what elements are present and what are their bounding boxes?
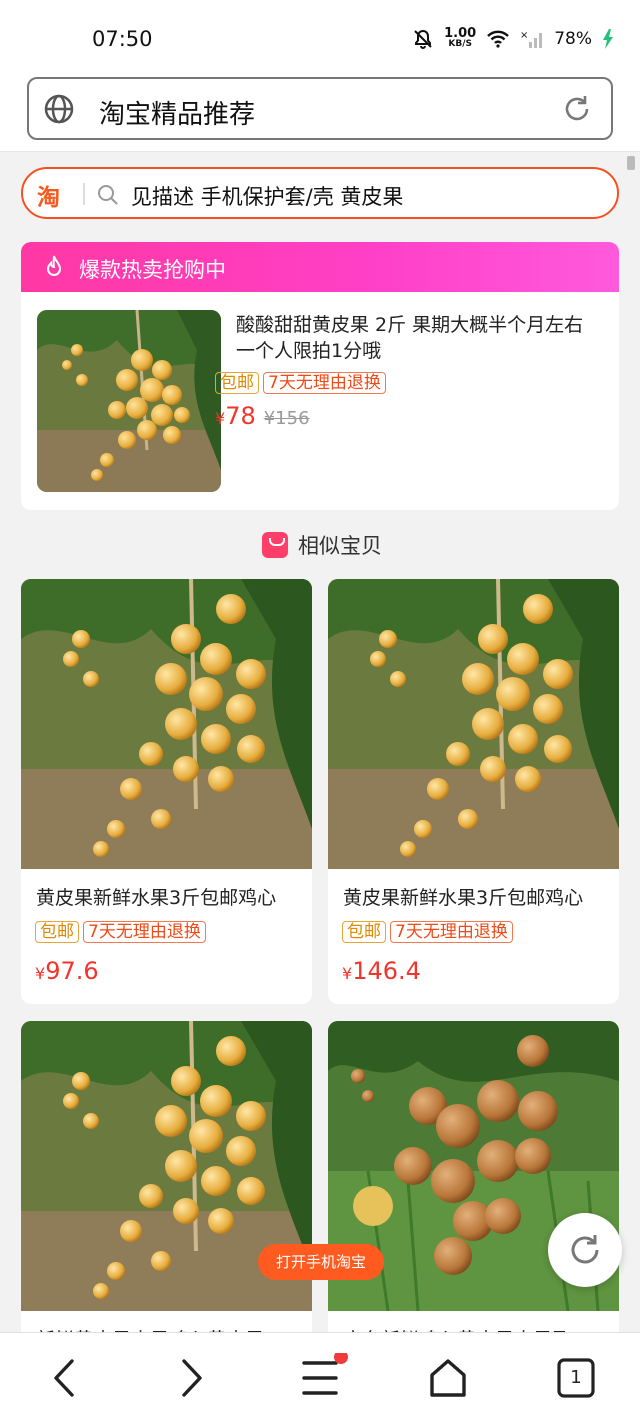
tag-free-shipping: 包邮 [215, 372, 259, 394]
similar-heading-label: 相似宝贝 [298, 534, 382, 558]
status-icons: 1.00 KB/S × 78% [412, 26, 614, 50]
menu-icon [302, 1350, 348, 1395]
screen: 07:50 1.00 KB/S × 78% 淘宝精品推荐 淘 见描述 手机保护套… [0, 0, 640, 1422]
product-image[interactable] [21, 579, 312, 869]
net-speed-unit: KB/S [448, 39, 472, 49]
open-taobao-app-button[interactable]: 打开手机淘宝 [258, 1244, 384, 1280]
tab-count: 1 [570, 1367, 582, 1388]
hot-sale-label: 爆款热卖抢购中 [79, 258, 226, 282]
battery-level: 78% [554, 29, 592, 49]
product-card[interactable]: 新鲜黄皮果水果鸡心黄皮果 [21, 1021, 312, 1341]
price-currency: ¥ [342, 964, 353, 983]
product-tags: 包邮 7天无理由退换 [342, 921, 517, 943]
old-price: ¥156 [263, 408, 310, 429]
similar-heading: 相似宝贝 [262, 530, 382, 560]
hot-product-price: ¥78 ¥156 [215, 402, 310, 430]
price-value: 78 [225, 402, 256, 430]
product-card[interactable]: 广东新鲜鸡心黄皮果水果孕 [328, 1021, 619, 1341]
status-bar: 07:50 1.00 KB/S × 78% [0, 0, 640, 72]
svg-text:×: × [520, 30, 528, 41]
price-currency: ¥ [215, 409, 226, 428]
search-query: 见描述 手机保护套/壳 黄皮果 [131, 185, 404, 209]
product-image[interactable] [328, 579, 619, 869]
home-icon [430, 1359, 466, 1397]
status-time: 07:50 [92, 27, 153, 51]
shopping-bag-icon [262, 532, 288, 558]
product-card[interactable]: 黄皮果新鲜水果3斤包邮鸡心 包邮 7天无理由退换 ¥146.4 [328, 579, 619, 1004]
refresh-button[interactable] [548, 1213, 622, 1287]
net-speed-value: 1.00 [444, 26, 477, 41]
taobao-logo: 淘 [37, 185, 60, 211]
chevron-right-icon [182, 1359, 202, 1397]
flame-icon [46, 255, 62, 276]
mute-bell-icon [414, 29, 432, 49]
tag-return-policy: 7天无理由退换 [263, 372, 386, 394]
product-card[interactable]: 黄皮果新鲜水果3斤包邮鸡心 包邮 7天无理由退换 ¥97.6 [21, 579, 312, 1004]
tag-return-policy: 7天无理由退换 [390, 921, 513, 943]
search-divider [83, 183, 85, 205]
product-title: 黄皮果新鲜水果3斤包邮鸡心 [343, 887, 584, 909]
product-price: ¥146.4 [342, 957, 421, 985]
search-icon [98, 185, 118, 205]
tabs-button[interactable]: 1 [548, 1353, 604, 1403]
tag-free-shipping: 包邮 [342, 921, 386, 943]
price-currency: ¥ [35, 964, 46, 983]
home-button[interactable] [420, 1353, 476, 1403]
search-bar[interactable]: 淘 见描述 手机保护套/壳 黄皮果 [21, 167, 619, 219]
address-bar-container: 淘宝精品推荐 [0, 72, 640, 152]
browser-bottom-nav: 1 [0, 1332, 640, 1422]
forward-button[interactable] [164, 1353, 220, 1403]
net-speed: 1.00 KB/S [444, 26, 477, 49]
address-bar[interactable]: 淘宝精品推荐 [27, 77, 613, 140]
product-title: 黄皮果新鲜水果3斤包邮鸡心 [36, 887, 277, 909]
scrollbar-handle[interactable] [627, 156, 635, 170]
refresh-icon [571, 1235, 599, 1264]
tag-free-shipping: 包邮 [35, 921, 79, 943]
hot-product-title: 酸酸甜甜黄皮果 2斤 果期大概半个月左右 一个人限拍1分哦 [236, 314, 584, 362]
page-title: 淘宝精品推荐 [99, 100, 256, 130]
price-value: 97.6 [45, 957, 99, 985]
back-button[interactable] [36, 1353, 92, 1403]
chevron-left-icon [54, 1359, 74, 1397]
wifi-icon [487, 30, 510, 48]
tag-return-policy: 7天无理由退换 [83, 921, 206, 943]
product-tags: 包邮 7天无理由退换 [35, 921, 210, 943]
globe-icon [44, 94, 74, 124]
price-value: 146.4 [352, 957, 421, 985]
menu-button[interactable] [292, 1350, 348, 1403]
product-price: ¥97.6 [35, 957, 99, 985]
hot-sale-banner: 爆款热卖抢购中 [21, 242, 619, 292]
reload-icon[interactable] [561, 93, 593, 125]
charging-icon [603, 29, 613, 49]
signal-icon: × [520, 30, 543, 48]
hot-product-tags: 包邮 7天无理由退换 [215, 372, 390, 394]
hot-product-image[interactable] [37, 310, 221, 492]
